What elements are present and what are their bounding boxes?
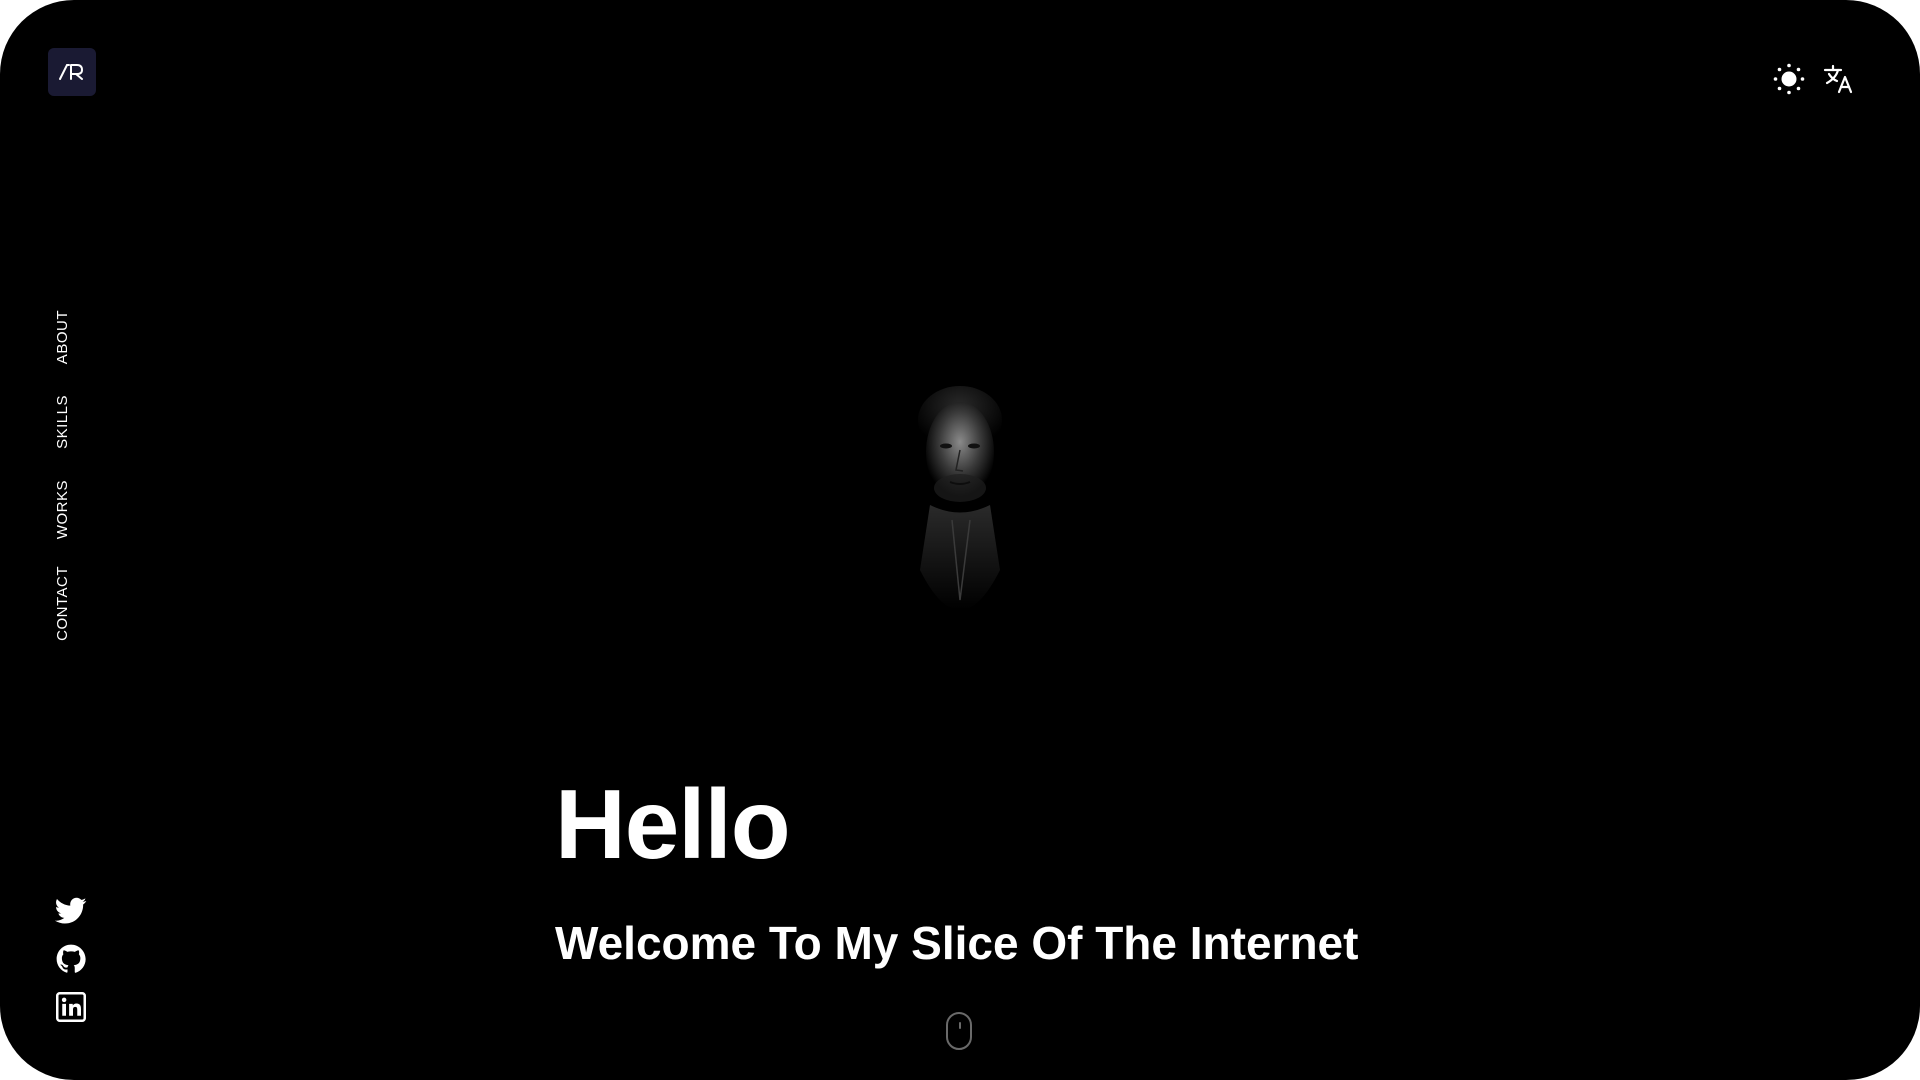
linkedin-icon xyxy=(56,992,86,1022)
mouse-scroll-icon[interactable] xyxy=(946,1012,972,1050)
nav-item-contact[interactable]: CONTACT xyxy=(54,566,71,641)
translate-icon xyxy=(1823,64,1853,94)
github-link[interactable] xyxy=(55,944,87,974)
header-actions xyxy=(1772,62,1856,96)
language-button[interactable] xyxy=(1822,62,1856,96)
theme-toggle-button[interactable] xyxy=(1772,62,1806,96)
logo[interactable] xyxy=(48,48,96,96)
mouse-wheel xyxy=(959,1022,961,1029)
github-icon xyxy=(56,944,86,973)
hero-greeting: Hello xyxy=(555,769,791,879)
hero-subtitle: Welcome To My Slice Of The Internet xyxy=(555,917,1359,969)
profile-portrait xyxy=(918,386,1002,610)
linkedin-link[interactable] xyxy=(55,992,87,1022)
nav-item-about[interactable]: ABOUT xyxy=(54,310,71,364)
page-frame: ABOUT SKILLS WORKS CONTACT Hello Welcome… xyxy=(0,0,1920,1080)
social-links xyxy=(55,896,87,1022)
nav-item-works[interactable]: WORKS xyxy=(54,480,71,539)
twitter-icon xyxy=(55,897,87,924)
logo-mark-icon xyxy=(59,64,83,80)
sun-icon xyxy=(1773,63,1805,95)
twitter-link[interactable] xyxy=(55,896,87,926)
nav-item-skills[interactable]: SKILLS xyxy=(54,395,71,449)
